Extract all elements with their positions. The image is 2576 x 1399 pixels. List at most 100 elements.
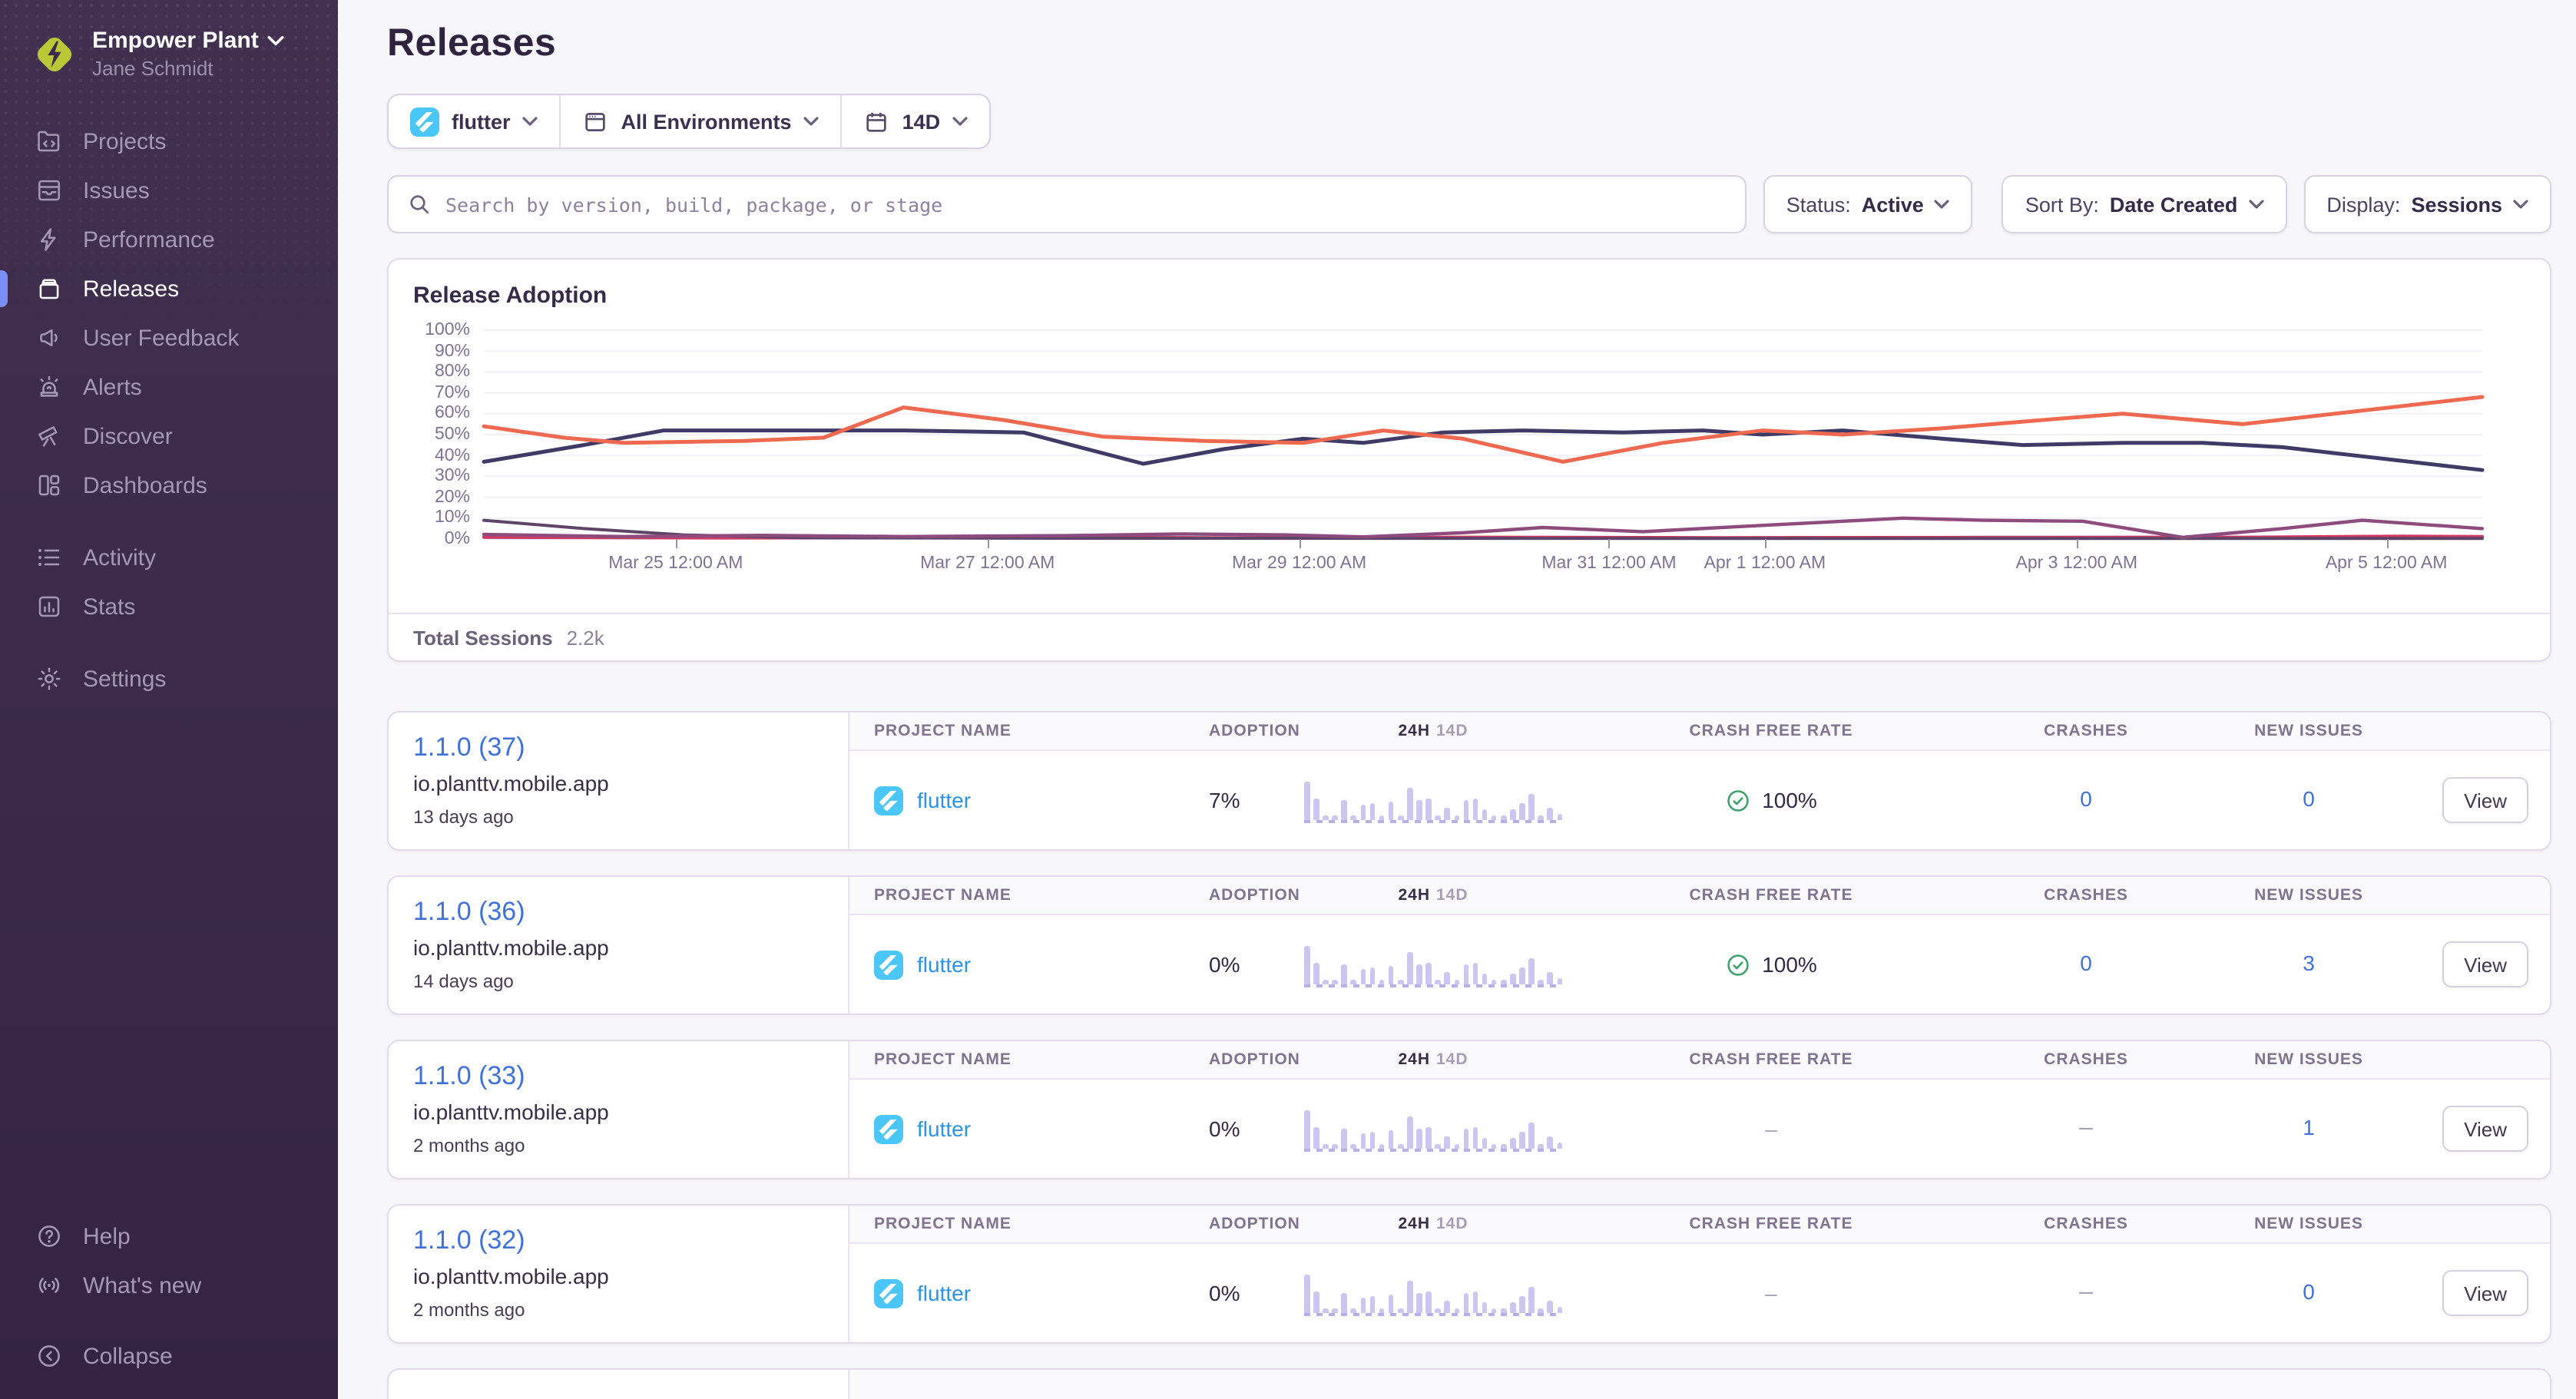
col-crash-free-rate: CRASH FREE RATE xyxy=(1571,1050,1971,1069)
activity-icon xyxy=(35,544,63,571)
col-crashes: CRASHES xyxy=(1971,886,2201,905)
sidebar-item-label: Collapse xyxy=(83,1343,173,1369)
y-tick-label: 30% xyxy=(435,465,470,487)
sidebar-item-releases[interactable]: Releases xyxy=(0,264,338,313)
environment-filter[interactable]: All Environments xyxy=(560,95,841,147)
settings-icon xyxy=(35,665,63,693)
date-range-filter[interactable]: 14D xyxy=(841,95,990,147)
x-tick xyxy=(1765,539,1766,548)
sidebar-item-stats[interactable]: Stats xyxy=(0,582,338,631)
sidebar-item-label: Issues xyxy=(83,177,150,203)
x-tick-label: Mar 27 12:00 AM xyxy=(920,554,1055,573)
toggle-24h[interactable]: 24H xyxy=(1398,1215,1430,1233)
sidebar: Empower Plant Jane Schmidt Projects Issue… xyxy=(0,0,338,1399)
sidebar-item-help[interactable]: Help xyxy=(0,1212,338,1261)
project-link[interactable]: flutter xyxy=(917,1116,971,1141)
collapse-icon xyxy=(35,1342,63,1370)
new-issues-link[interactable]: 1 xyxy=(2303,1115,2315,1139)
y-tick-label: 50% xyxy=(435,424,470,445)
toggle-24h[interactable]: 24H xyxy=(1398,1050,1430,1069)
performance-icon xyxy=(35,226,63,253)
toggle-14d[interactable]: 14D xyxy=(1436,1215,1468,1233)
new-issues-cell: 3 xyxy=(2201,951,2416,978)
y-tick-label: 20% xyxy=(435,487,470,508)
sidebar-item-activity[interactable]: Activity xyxy=(0,533,338,582)
x-tick-label: Mar 29 12:00 AM xyxy=(1232,554,1366,573)
crashes-cell: 0 xyxy=(1971,951,2201,978)
project-cell: flutter xyxy=(849,1278,1141,1308)
nav-collapse: Collapse xyxy=(0,1331,338,1381)
window-icon xyxy=(583,108,609,134)
search-input[interactable] xyxy=(445,193,1727,216)
new-issues-link[interactable]: 3 xyxy=(2303,951,2315,975)
release-version-link[interactable]: 1.1.0 (33) xyxy=(413,1061,525,1092)
crash-free-cell: – xyxy=(1571,1281,1971,1305)
sidebar-item-label: Alerts xyxy=(83,374,142,400)
release-table: PROJECT NAME ADOPTION 24H14D CRASH FREE … xyxy=(849,877,2550,1014)
org-switcher[interactable]: Empower Plant Jane Schmidt xyxy=(0,0,338,95)
flutter-icon xyxy=(874,785,903,815)
release-table: PROJECT NAME ADOPTION 24H14D CRASH FREE … xyxy=(849,1041,2550,1178)
col-crashes: CRASHES xyxy=(1971,1215,2201,1233)
release-group-partial xyxy=(387,1368,2551,1399)
nav-secondary: Activity Stats xyxy=(0,533,338,631)
release-age: 13 days ago xyxy=(413,806,823,828)
project-link[interactable]: flutter xyxy=(917,1281,971,1305)
total-sessions-value: 2.2k xyxy=(567,626,604,649)
sidebar-item-collapse[interactable]: Collapse xyxy=(0,1331,338,1381)
view-button[interactable]: View xyxy=(2442,941,2528,987)
col-project-name: PROJECT NAME xyxy=(849,886,1141,905)
sidebar-item-what-s-new[interactable]: What's new xyxy=(0,1261,338,1310)
project-link[interactable]: flutter xyxy=(917,952,971,977)
view-button[interactable]: View xyxy=(2442,777,2528,823)
toggle-24h[interactable]: 24H xyxy=(1398,886,1430,905)
project-link[interactable]: flutter xyxy=(917,788,971,812)
sort-by-dropdown[interactable]: Sort By: Date Created xyxy=(2002,175,2287,233)
col-crash-free-rate: CRASH FREE RATE xyxy=(1571,886,1971,905)
toggle-14d[interactable]: 14D xyxy=(1436,722,1468,740)
nav-settings: Settings xyxy=(0,654,338,703)
sidebar-item-settings[interactable]: Settings xyxy=(0,654,338,703)
project-filter[interactable]: flutter xyxy=(389,95,560,147)
release-card: 1.1.0 (37) io.planttv.mobile.app 13 days… xyxy=(389,713,849,849)
sidebar-item-discover[interactable]: Discover xyxy=(0,412,338,461)
col-project-name: PROJECT NAME xyxy=(849,1215,1141,1233)
release-version-link[interactable]: 1.1.0 (37) xyxy=(413,733,525,763)
crash-free-value: – xyxy=(1765,1281,1777,1305)
new-issues-link[interactable]: 0 xyxy=(2303,1279,2315,1304)
y-tick-label: 40% xyxy=(435,445,470,466)
chart-line-release-d xyxy=(484,518,2482,537)
sidebar-item-dashboards[interactable]: Dashboards xyxy=(0,461,338,510)
release-version-link[interactable]: 1.1.0 (32) xyxy=(413,1225,525,1256)
crash-free-cell: – xyxy=(1571,1116,1971,1141)
y-tick-label: 100% xyxy=(425,319,470,341)
release-group: 1.1.0 (37) io.planttv.mobile.app 13 days… xyxy=(387,711,2551,851)
sidebar-item-performance[interactable]: Performance xyxy=(0,215,338,264)
toggle-14d[interactable]: 14D xyxy=(1436,886,1468,905)
sidebar-item-alerts[interactable]: Alerts xyxy=(0,362,338,412)
col-new-issues: NEW ISSUES xyxy=(2201,1215,2416,1233)
status-dropdown[interactable]: Status: Active xyxy=(1763,175,1973,233)
display-dropdown[interactable]: Display: Sessions xyxy=(2303,175,2551,233)
view-button[interactable]: View xyxy=(2442,1106,2528,1152)
nav-help: HelpWhat's new xyxy=(0,1212,338,1310)
release-package: io.planttv.mobile.app xyxy=(413,1100,823,1124)
crashes-link[interactable]: 0 xyxy=(2080,951,2092,975)
sidebar-item-projects[interactable]: Projects xyxy=(0,117,338,166)
toggle-14d[interactable]: 14D xyxy=(1436,1050,1468,1069)
release-table-row: flutter 0% – – 0 View xyxy=(849,1244,2550,1342)
sidebar-item-issues[interactable]: Issues xyxy=(0,166,338,215)
crashes-link[interactable]: 0 xyxy=(2080,786,2092,811)
sidebar-item-user-feedback[interactable]: User Feedback xyxy=(0,313,338,362)
adoption-sparkline xyxy=(1295,777,1571,823)
new-issues-link[interactable]: 0 xyxy=(2303,786,2315,811)
release-version-link[interactable]: 1.1.0 (36) xyxy=(413,897,525,928)
x-tick xyxy=(676,539,677,548)
sidebar-item-label: Performance xyxy=(83,227,215,253)
view-button[interactable]: View xyxy=(2442,1270,2528,1316)
toggle-24h[interactable]: 24H xyxy=(1398,722,1430,740)
release-table-row: flutter 0% – – 1 View xyxy=(849,1080,2550,1178)
view-cell: View xyxy=(2416,1270,2550,1316)
release-card: 1.1.0 (36) io.planttv.mobile.app 14 days… xyxy=(389,877,849,1014)
sidebar-item-label: Stats xyxy=(83,594,135,620)
